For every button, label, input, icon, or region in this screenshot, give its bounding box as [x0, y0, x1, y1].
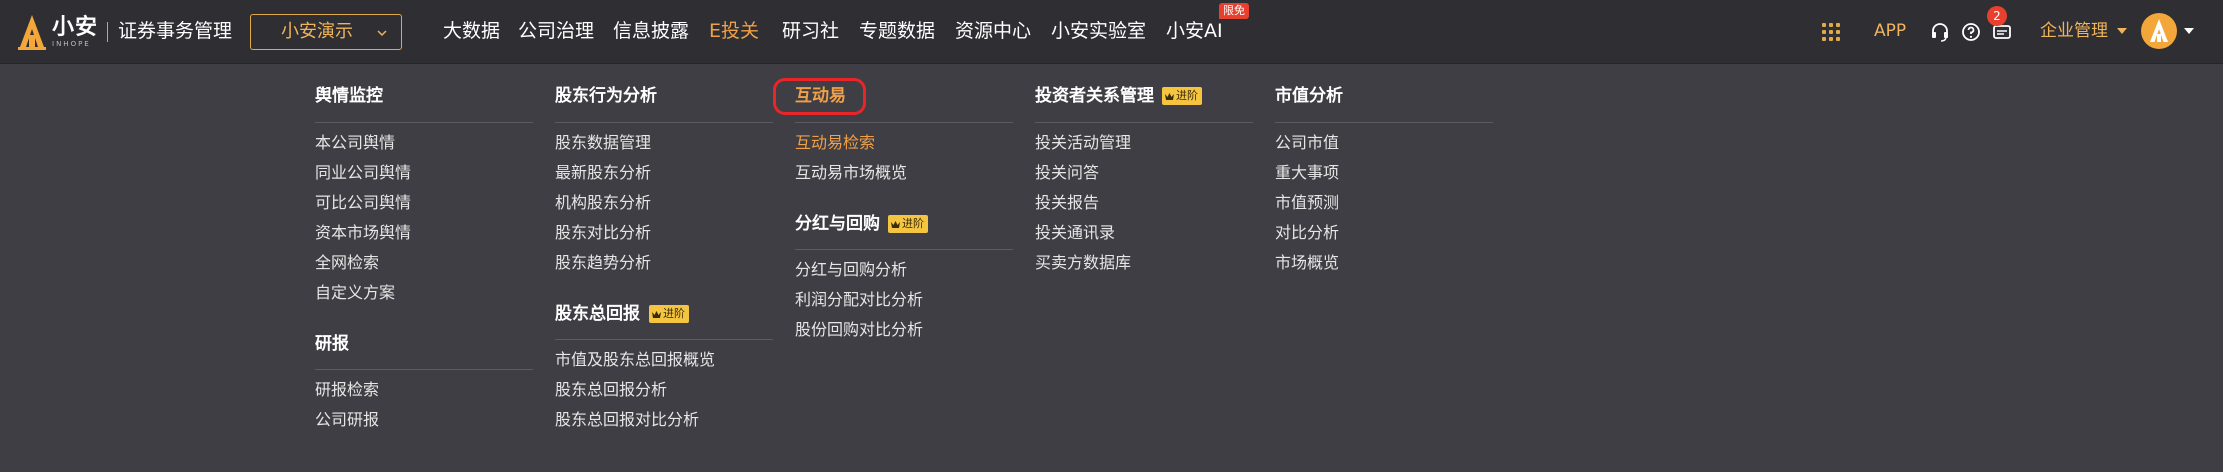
menu-link-buyer-seller-db[interactable]: 买卖方数据库 [1035, 251, 1131, 275]
menu-link-ir-activity[interactable]: 投关活动管理 [1035, 131, 1131, 155]
section-divider [795, 249, 1013, 250]
logo-divider [107, 22, 108, 42]
menu-link-major-events[interactable]: 重大事项 [1275, 161, 1339, 185]
menu-link-profit-distribution[interactable]: 利润分配对比分析 [795, 288, 923, 312]
section-title-ir-management: 投资者关系管理 [1035, 86, 1154, 106]
nav-item-topic-data[interactable]: 专题数据 [859, 17, 935, 45]
section-divider [555, 122, 773, 123]
nav-item-study-club[interactable]: 研习社 [782, 17, 839, 45]
menu-link-market-cap-forecast[interactable]: 市值预测 [1275, 191, 1339, 215]
crown-icon [1165, 92, 1174, 100]
crown-icon [652, 310, 661, 318]
nav-item-big-data[interactable]: 大数据 [443, 17, 500, 45]
menu-link-shareholder-data[interactable]: 股东数据管理 [555, 131, 651, 155]
advanced-badge: 进阶 [1162, 87, 1202, 105]
advanced-badge-label: 进阶 [663, 307, 685, 320]
menu-link-return-compare[interactable]: 股东总回报对比分析 [555, 408, 699, 432]
app-link[interactable]: APP [1874, 18, 1906, 44]
menu-link-company-market-cap[interactable]: 公司市值 [1275, 131, 1339, 155]
menu-link-market-sentiment[interactable]: 资本市场舆情 [315, 221, 411, 245]
section-title-total-return: 股东总回报 [555, 304, 640, 324]
headset-icon[interactable] [1930, 22, 1950, 42]
nav-item-e-ir[interactable]: E投关 [709, 17, 759, 45]
top-navigation-bar: 小安 INHOPE 证券事务管理 小安演示 大数据 公司治理 信息披露 E投关 … [0, 0, 2223, 64]
menu-link-return-analysis[interactable]: 股东总回报分析 [555, 378, 667, 402]
crown-icon [891, 220, 900, 228]
caret-down-icon [2117, 28, 2127, 34]
menu-link-ir-qa[interactable]: 投关问答 [1035, 161, 1099, 185]
section-title-sentiment: 舆情监控 [315, 86, 383, 106]
menu-link-ir-contacts[interactable]: 投关通讯录 [1035, 221, 1115, 245]
nav-item-governance[interactable]: 公司治理 [518, 17, 594, 45]
menu-link-comparable-sentiment[interactable]: 可比公司舆情 [315, 191, 411, 215]
menu-link-ir-report[interactable]: 投关报告 [1035, 191, 1099, 215]
section-title-shareholder-behavior: 股东行为分析 [555, 86, 657, 106]
advanced-badge-label: 进阶 [902, 217, 924, 230]
section-divider [1275, 122, 1493, 123]
menu-link-shareholder-trend[interactable]: 股东趋势分析 [555, 251, 651, 275]
menu-link-dividend-analysis[interactable]: 分红与回购分析 [795, 258, 907, 282]
avatar-logo-icon [2150, 19, 2168, 42]
section-divider [555, 339, 773, 340]
section-divider [1035, 122, 1253, 123]
menu-link-custom-plan[interactable]: 自定义方案 [315, 281, 395, 305]
enterprise-menu[interactable]: 企业管理 [2040, 18, 2108, 44]
section-divider [315, 369, 533, 370]
message-count-badge: 2 [1987, 6, 2007, 26]
menu-link-compare-analysis[interactable]: 对比分析 [1275, 221, 1339, 245]
menu-link-institution-shareholder[interactable]: 机构股东分析 [555, 191, 651, 215]
company-select-value: 小安演示 [281, 21, 353, 42]
nav-item-lab[interactable]: 小安实验室 [1051, 17, 1146, 45]
brand-logo[interactable]: 小安 INHOPE [18, 12, 98, 52]
company-select[interactable]: 小安演示 [250, 14, 402, 50]
advanced-badge-label: 进阶 [1176, 89, 1198, 102]
nav-item-resource-center[interactable]: 资源中心 [955, 17, 1031, 45]
menu-link-shareholder-compare[interactable]: 股东对比分析 [555, 221, 651, 245]
nav-item-disclosure[interactable]: 信息披露 [613, 17, 689, 45]
advanced-badge: 进阶 [888, 215, 928, 233]
menu-link-latest-shareholder[interactable]: 最新股东分析 [555, 161, 651, 185]
free-badge: 限免 [1219, 3, 1249, 19]
chevron-down-icon [377, 30, 387, 37]
menu-link-buyback-compare[interactable]: 股份回购对比分析 [795, 318, 923, 342]
help-icon[interactable] [1961, 22, 1981, 42]
advanced-badge: 进阶 [649, 305, 689, 323]
apps-grid-icon[interactable] [1822, 23, 1841, 42]
nav-item-ai[interactable]: 小安AI [1166, 17, 1223, 45]
menu-link-interactive-market[interactable]: 互动易市场概览 [795, 161, 907, 185]
brand-name: 小安 [52, 14, 99, 40]
menu-link-research-search[interactable]: 研报检索 [315, 378, 379, 402]
brand-name-en: INHOPE [52, 39, 91, 48]
section-title-interactive[interactable]: 互动易 [795, 83, 846, 109]
section-divider [795, 122, 1013, 123]
menu-link-web-search[interactable]: 全网检索 [315, 251, 379, 275]
section-divider [315, 122, 533, 123]
menu-link-own-sentiment[interactable]: 本公司舆情 [315, 131, 395, 155]
system-name: 证券事务管理 [118, 20, 233, 42]
caret-down-icon[interactable] [2184, 28, 2194, 34]
menu-link-return-overview[interactable]: 市值及股东总回报概览 [555, 348, 715, 372]
section-title-dividend-buyback: 分红与回购 [795, 214, 880, 234]
avatar[interactable] [2141, 13, 2177, 49]
menu-link-company-research[interactable]: 公司研报 [315, 408, 379, 432]
menu-link-interactive-search[interactable]: 互动易检索 [795, 131, 875, 155]
logo-mark-icon [18, 15, 46, 50]
menu-link-peer-sentiment[interactable]: 同业公司舆情 [315, 161, 411, 185]
menu-link-market-overview[interactable]: 市场概览 [1275, 251, 1339, 275]
section-title-market-cap: 市值分析 [1275, 86, 1343, 106]
section-title-research: 研报 [315, 334, 349, 354]
